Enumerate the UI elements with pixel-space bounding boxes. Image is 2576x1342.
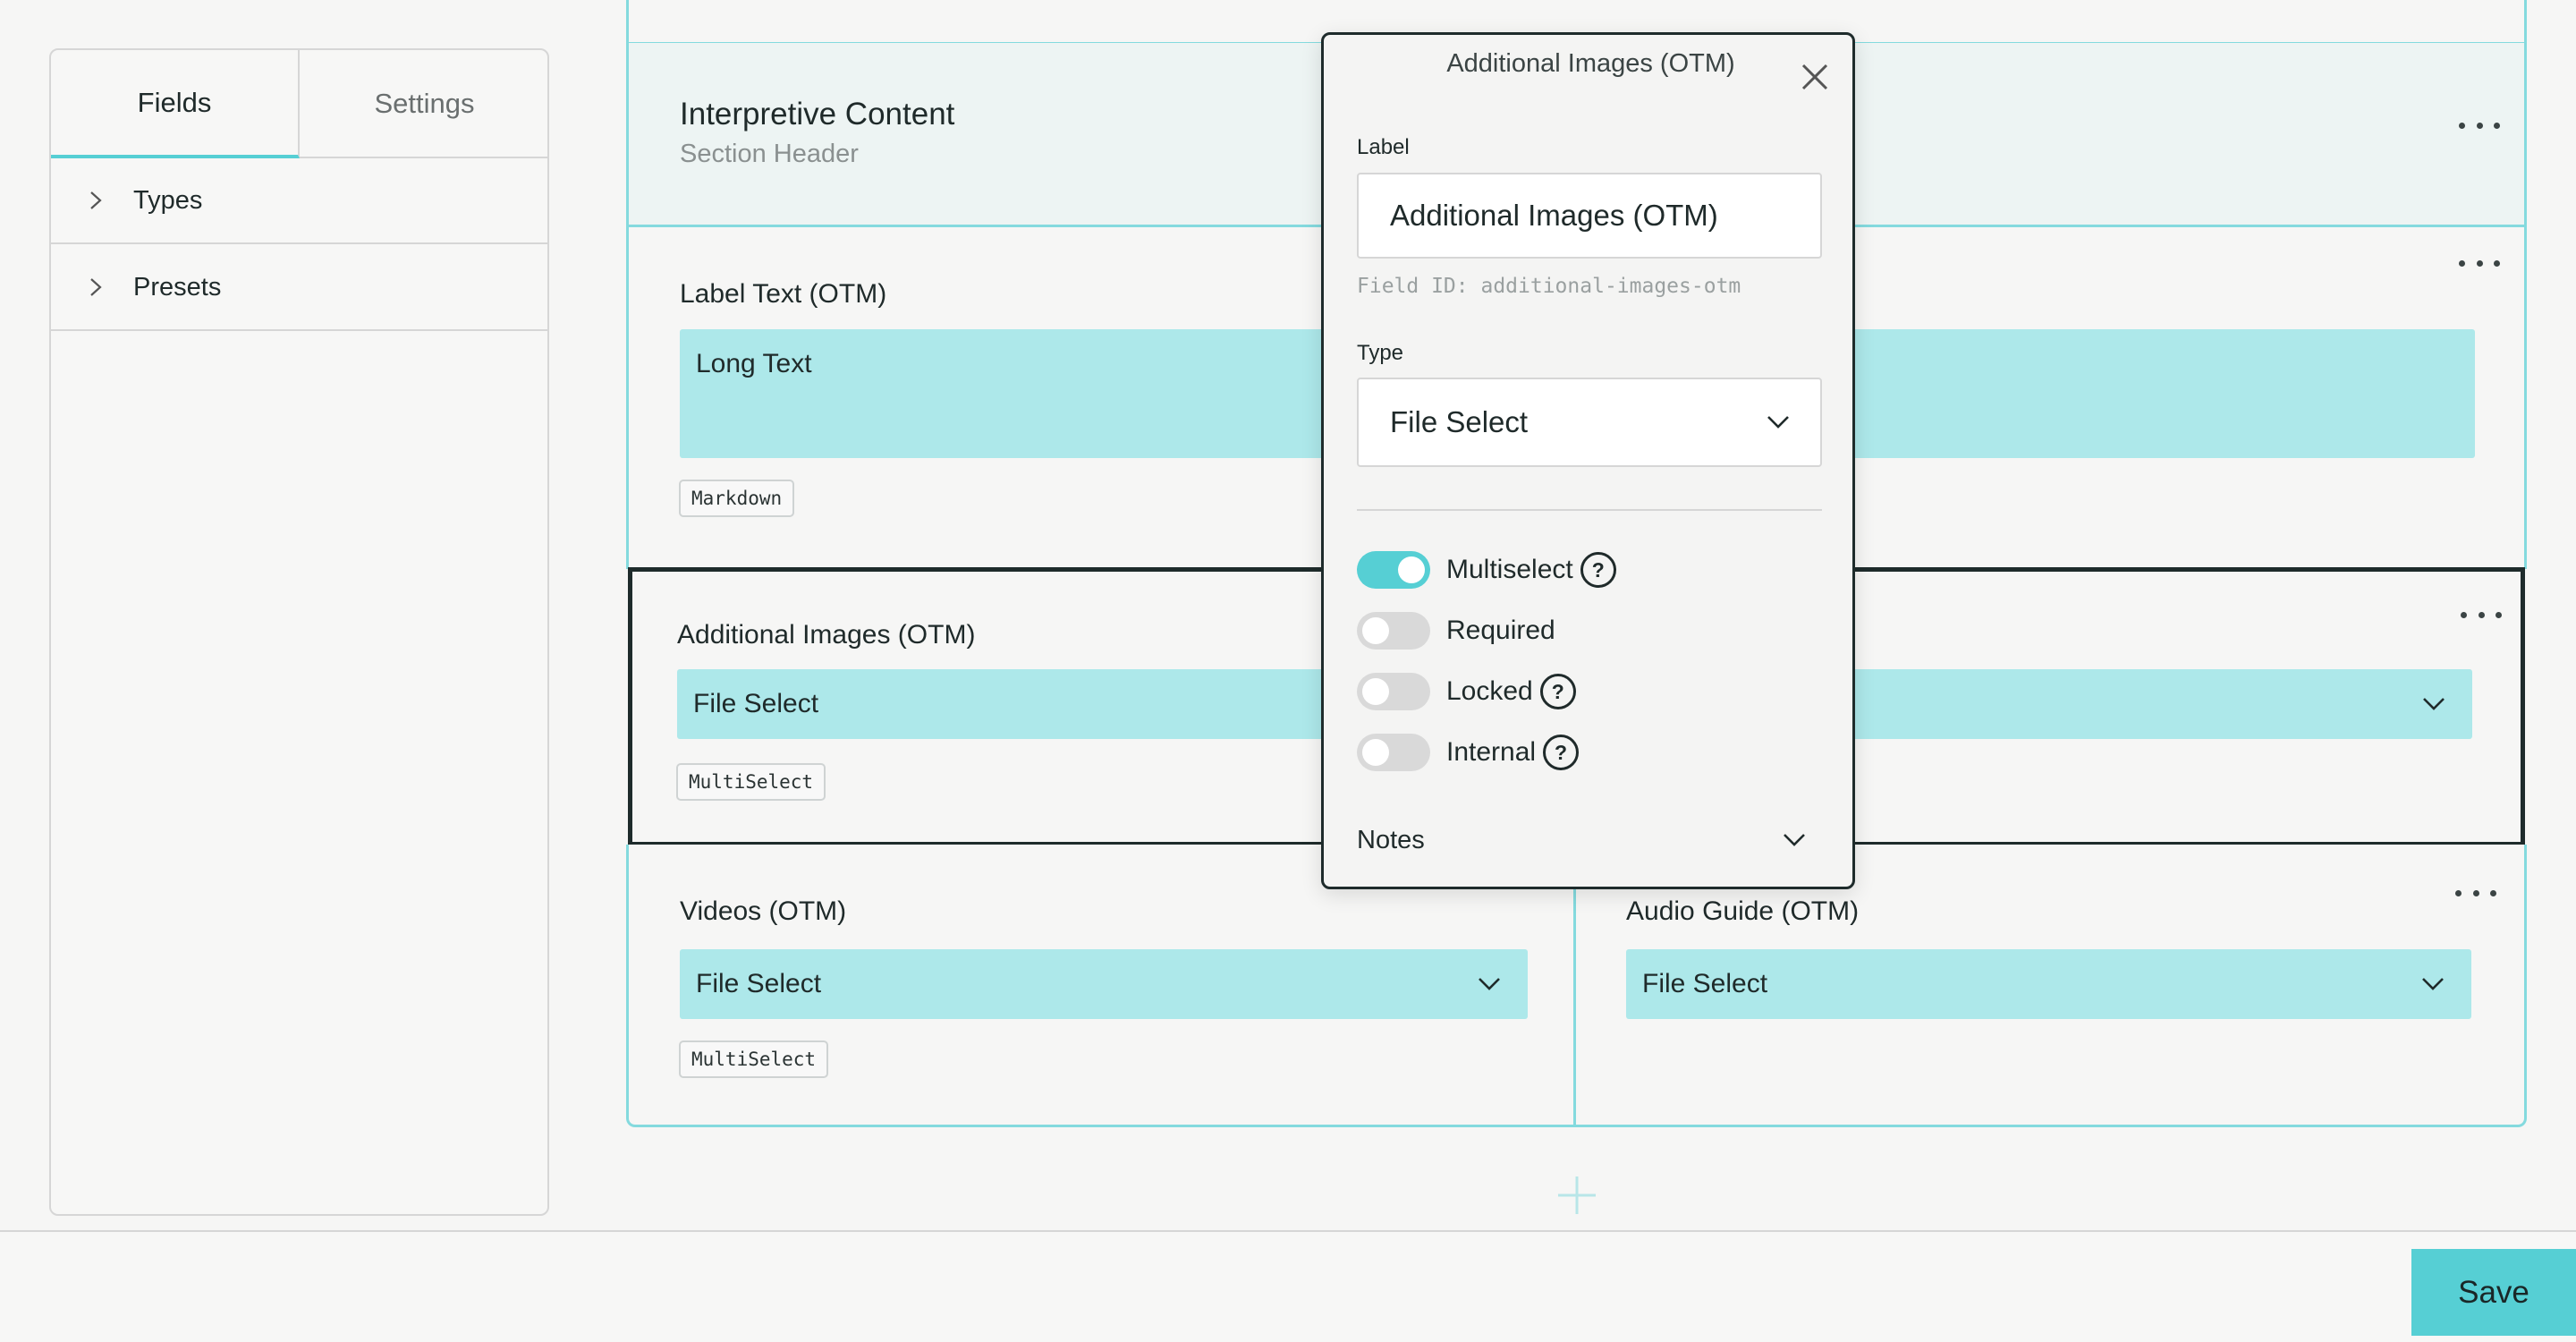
internal-toggle[interactable]	[1357, 734, 1430, 771]
sidebar-item-presets[interactable]: Presets	[51, 245, 547, 331]
locked-toggle[interactable]	[1357, 673, 1430, 710]
field-label: Videos (OTM)	[680, 896, 847, 926]
file-select-field-videos[interactable]: File Select	[680, 949, 1528, 1019]
toggle-label: Required	[1446, 616, 1555, 645]
add-field-icon[interactable]	[1556, 1175, 1597, 1216]
more-options-icon[interactable]	[2461, 604, 2502, 625]
field-id-text: Field ID: additional-images-otm	[1357, 275, 1741, 298]
multiselect-tag: MultiSelect	[679, 1040, 829, 1078]
more-options-icon[interactable]	[2459, 252, 2500, 274]
field-settings-modal: Additional Images (OTM) Label Field ID: …	[1321, 32, 1855, 889]
section-title: Interpretive Content	[680, 97, 955, 132]
markdown-tag: Markdown	[679, 480, 795, 517]
toggle-label: Internal	[1446, 737, 1537, 767]
toggle-label: Locked	[1446, 676, 1533, 706]
save-button[interactable]: Save	[2411, 1249, 2576, 1336]
label-input[interactable]	[1357, 173, 1822, 259]
sidebar-item-label: Types	[133, 185, 203, 215]
field-label: Label Text (OTM)	[680, 279, 887, 309]
multiselect-toggle[interactable]	[1357, 551, 1430, 589]
toggle-row-multiselect: Multiselect ?	[1357, 548, 1616, 591]
label-caption: Label	[1357, 135, 1410, 159]
help-icon[interactable]: ?	[1539, 674, 1576, 709]
field-value: File Select	[1642, 969, 1768, 998]
notes-label: Notes	[1357, 825, 1425, 854]
field-value: Long Text	[696, 349, 812, 378]
toggle-row-internal: Internal ?	[1357, 731, 1580, 774]
tab-fields[interactable]: Fields	[51, 50, 300, 158]
bottom-bar	[0, 1230, 2576, 1342]
chevron-down-icon	[2423, 698, 2445, 710]
field-value: File Select	[696, 969, 822, 998]
close-icon[interactable]	[1800, 62, 1830, 92]
tab-settings[interactable]: Settings	[300, 50, 547, 157]
field-value: File Select	[693, 689, 819, 718]
type-select-value: File Select	[1390, 405, 1529, 438]
type-caption: Type	[1357, 341, 1404, 365]
field-library-panel: Fields Settings Types Presets	[49, 48, 549, 1216]
file-select-field-audio[interactable]: File Select	[1626, 949, 2471, 1019]
type-select[interactable]: File Select	[1357, 378, 1822, 467]
sidebar-item-types[interactable]: Types	[51, 158, 547, 244]
field-label: Additional Images (OTM)	[677, 620, 976, 650]
toggle-label: Multiselect	[1446, 555, 1573, 584]
chevron-down-icon	[1784, 834, 1805, 846]
panel-tabs: Fields Settings	[51, 50, 547, 158]
help-icon[interactable]: ?	[1543, 735, 1580, 770]
chevron-down-icon	[1479, 978, 1500, 990]
chevron-down-icon	[1767, 416, 1789, 429]
multiselect-tag: MultiSelect	[676, 763, 826, 801]
sidebar-item-label: Presets	[133, 272, 222, 302]
notes-expander[interactable]: Notes	[1357, 813, 1822, 867]
chevron-right-icon	[51, 277, 133, 297]
toggle-row-required: Required	[1357, 609, 1555, 652]
more-options-icon[interactable]	[2459, 115, 2500, 136]
chevron-down-icon	[2422, 978, 2444, 990]
toggle-row-locked: Locked ?	[1357, 670, 1576, 713]
section-subtitle: Section Header	[680, 140, 859, 168]
required-toggle[interactable]	[1357, 612, 1430, 650]
divider	[1357, 509, 1822, 511]
field-label: Audio Guide (OTM)	[1626, 896, 1860, 926]
chevron-right-icon	[51, 191, 133, 210]
help-icon[interactable]: ?	[1580, 552, 1616, 588]
modal-title: Additional Images (OTM)	[1446, 49, 1735, 78]
more-options-icon[interactable]	[2455, 882, 2496, 904]
